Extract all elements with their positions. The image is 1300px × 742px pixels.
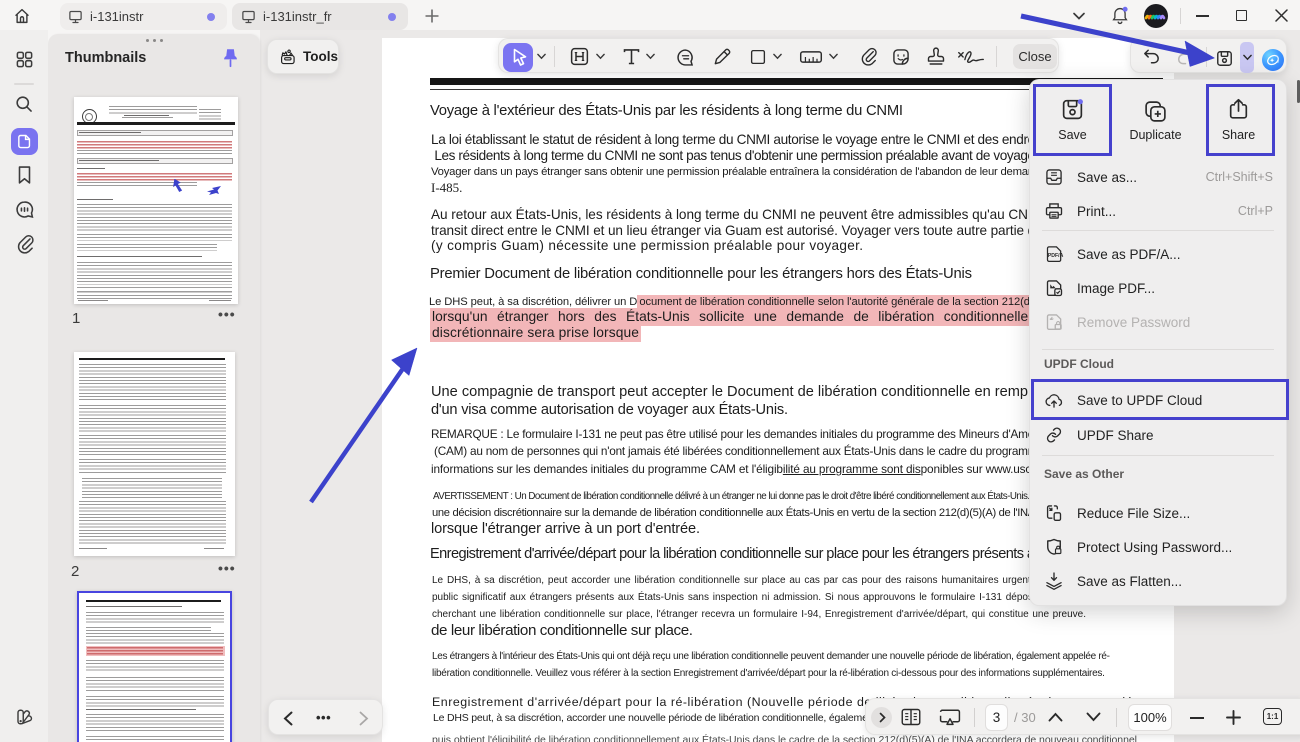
svg-text:PDF/A: PDF/A (1048, 253, 1064, 259)
